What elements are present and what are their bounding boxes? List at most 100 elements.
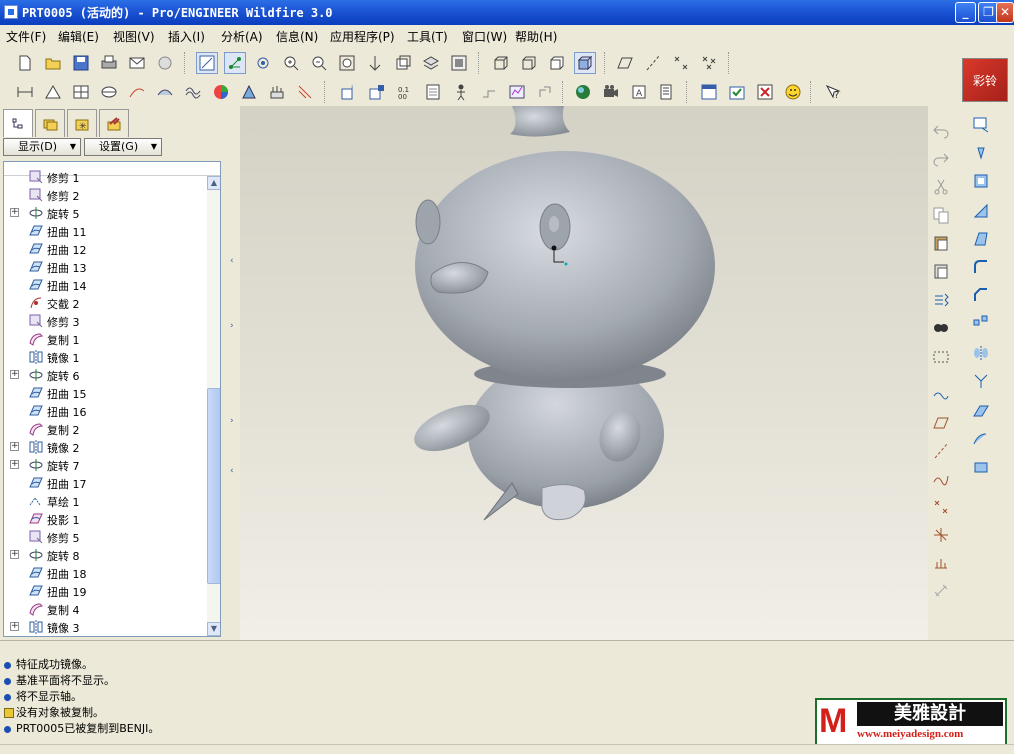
menu-analysis[interactable]: 分析(A) <box>221 28 263 45</box>
regenerate-icon[interactable] <box>930 288 952 310</box>
chamfer-icon[interactable] <box>970 284 992 306</box>
hole-icon[interactable] <box>970 142 992 164</box>
scroll-up-icon[interactable]: ▲ <box>207 176 220 190</box>
panel-splitter[interactable]: ‹ › › ‹ <box>226 106 240 640</box>
menu-window[interactable]: 窗口(W) <box>462 28 507 45</box>
appearance-icon[interactable] <box>572 81 594 103</box>
save-icon[interactable] <box>70 52 92 74</box>
view-manager-icon[interactable] <box>448 52 470 74</box>
switch-dims-icon[interactable] <box>534 81 556 103</box>
datum-curve-icon[interactable] <box>930 468 952 490</box>
window-list-icon[interactable] <box>698 81 720 103</box>
tree-item[interactable]: 扭曲 13 <box>4 258 204 276</box>
mail-attach-icon[interactable] <box>154 52 176 74</box>
zoom-out-icon[interactable] <box>308 52 330 74</box>
layers-icon[interactable] <box>420 52 442 74</box>
area-icon[interactable] <box>42 81 64 103</box>
send-mail-icon[interactable] <box>126 52 148 74</box>
activate-icon[interactable] <box>726 81 748 103</box>
mapkey-icon[interactable]: A <box>628 81 650 103</box>
cut-icon[interactable] <box>930 176 952 198</box>
scroll-down-icon[interactable]: ▼ <box>207 622 220 636</box>
trim-tool-icon[interactable] <box>970 400 992 422</box>
orient-mode-icon[interactable] <box>252 52 274 74</box>
hidden-line-icon[interactable] <box>518 52 540 74</box>
menu-insert[interactable]: 插入(I) <box>168 28 205 45</box>
mirror-tool-icon[interactable] <box>970 342 992 364</box>
tree-item[interactable]: 修剪 2 <box>4 186 204 204</box>
feature-info-icon[interactable]: i <box>338 81 360 103</box>
collapse-left-icon[interactable]: ‹ <box>230 466 236 476</box>
manikin-icon[interactable] <box>450 81 472 103</box>
expand-icon[interactable]: + <box>10 208 19 217</box>
connections-tab-icon[interactable] <box>99 109 129 137</box>
text-note-icon[interactable] <box>970 114 992 136</box>
paste-icon[interactable] <box>930 232 952 254</box>
section-analysis-icon[interactable] <box>98 81 120 103</box>
tree-item[interactable]: + 旋转 7 <box>4 456 204 474</box>
model-tree-tab-icon[interactable] <box>3 109 33 137</box>
menu-view[interactable]: 视图(V) <box>113 28 155 45</box>
tree-item[interactable]: 草绘 1 <box>4 492 204 510</box>
tree-item[interactable]: 扭曲 17 <box>4 474 204 492</box>
tree-item[interactable]: 扭曲 12 <box>4 240 204 258</box>
selection-box-icon[interactable] <box>930 346 952 368</box>
analysis-feature-icon[interactable] <box>930 552 952 574</box>
relations-icon[interactable] <box>478 81 500 103</box>
tree-item[interactable]: 复制 2 <box>4 420 204 438</box>
open-file-icon[interactable] <box>42 52 64 74</box>
graphics-viewport[interactable] <box>240 106 928 640</box>
rib-icon[interactable] <box>970 200 992 222</box>
parameters-icon[interactable] <box>506 81 528 103</box>
tree-item[interactable]: 扭曲 11 <box>4 222 204 240</box>
undo-icon[interactable] <box>930 120 952 142</box>
expand-icon[interactable]: + <box>10 622 19 631</box>
datum-point-icon[interactable] <box>930 496 952 518</box>
expand-icon[interactable]: + <box>10 550 19 559</box>
color-shading-icon[interactable] <box>210 81 232 103</box>
reorient-icon[interactable] <box>364 52 386 74</box>
menu-tools[interactable]: 工具(T) <box>407 28 448 45</box>
surface-analysis-icon[interactable] <box>154 81 176 103</box>
tree-item[interactable]: 投影 1 <box>4 510 204 528</box>
menu-applications[interactable]: 应用程序(P) <box>330 28 395 45</box>
curve-analysis-icon[interactable] <box>182 81 204 103</box>
menu-file[interactable]: 文件(F) <box>6 28 46 45</box>
datum-axes-icon[interactable] <box>642 52 664 74</box>
show-dropdown[interactable]: 显示(D) <box>3 138 81 156</box>
datum-plane-icon[interactable] <box>930 412 952 434</box>
merge-icon[interactable] <box>970 370 992 392</box>
expand-right-icon[interactable]: › <box>230 416 236 426</box>
minimize-button[interactable]: _ <box>955 2 976 23</box>
refit-icon[interactable] <box>336 52 358 74</box>
expand-icon[interactable]: + <box>10 460 19 469</box>
expand-right-icon[interactable]: › <box>230 321 236 331</box>
offset-analysis-icon[interactable] <box>266 81 288 103</box>
smiley-icon[interactable] <box>782 81 804 103</box>
tree-item[interactable]: 交截 2 <box>4 294 204 312</box>
tree-item[interactable]: 扭曲 14 <box>4 276 204 294</box>
print-icon[interactable] <box>98 52 120 74</box>
tree-item[interactable]: 复制 1 <box>4 330 204 348</box>
saved-views-icon[interactable] <box>392 52 414 74</box>
wireframe-icon[interactable] <box>490 52 512 74</box>
expand-icon[interactable]: + <box>10 442 19 451</box>
tree-item[interactable]: 修剪 1 <box>4 168 204 186</box>
close-button[interactable]: ✕ <box>996 2 1014 23</box>
shading-icon[interactable] <box>574 52 596 74</box>
tree-item[interactable]: 修剪 3 <box>4 312 204 330</box>
new-file-icon[interactable] <box>14 52 36 74</box>
datum-planes-icon[interactable] <box>614 52 636 74</box>
draft-check-icon[interactable] <box>238 81 260 103</box>
animation-icon[interactable] <box>600 81 622 103</box>
datum-axis-icon[interactable] <box>930 440 952 462</box>
tree-item[interactable]: 修剪 5 <box>4 528 204 546</box>
context-help-icon[interactable]: ? <box>822 81 844 103</box>
mass-props-icon[interactable] <box>70 81 92 103</box>
tree-scrollbar[interactable]: ▲ ▼ <box>207 176 220 636</box>
reference-icon[interactable] <box>422 81 444 103</box>
tree-item[interactable]: 镜像 1 <box>4 348 204 366</box>
copy-icon[interactable] <box>930 204 952 226</box>
tree-item[interactable]: 扭曲 19 <box>4 582 204 600</box>
no-hidden-icon[interactable] <box>546 52 568 74</box>
